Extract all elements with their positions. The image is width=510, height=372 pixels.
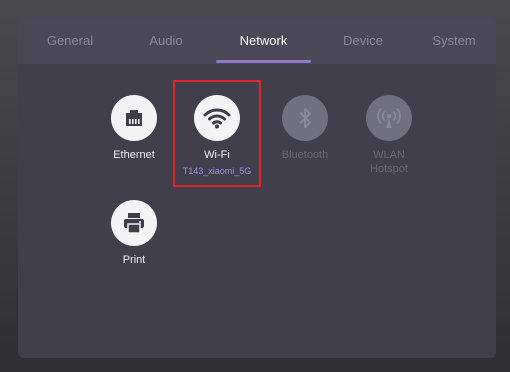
tab-general[interactable]: General xyxy=(26,18,114,64)
print-label: Print xyxy=(122,254,146,266)
settings-panel: General Audio Network Device System Ethe… xyxy=(18,18,496,358)
ethernet-icon xyxy=(111,95,157,141)
wifi-item[interactable]: Wi-Fi T143_xiaomi_5G xyxy=(173,95,261,177)
tab-device[interactable]: Device xyxy=(318,18,408,64)
tab-network[interactable]: Network xyxy=(216,18,311,64)
bluetooth-label: Bluetooth xyxy=(281,149,329,161)
ethernet-item[interactable]: Ethernet xyxy=(89,95,179,162)
printer-icon xyxy=(111,200,157,246)
wifi-icon xyxy=(194,95,240,141)
wlan-hotspot-item[interactable]: WLAN Hotspot xyxy=(344,95,434,176)
hotspot-label: Hotspot xyxy=(370,163,408,175)
ethernet-label: Ethernet xyxy=(113,149,155,161)
tab-audio[interactable]: Audio xyxy=(122,18,210,64)
wifi-label: Wi-Fi xyxy=(204,149,230,161)
print-item[interactable]: Print xyxy=(89,200,179,267)
tab-system[interactable]: System xyxy=(412,18,496,64)
tab-bar: General Audio Network Device System xyxy=(18,18,496,64)
hotspot-icon xyxy=(366,95,412,141)
wlan-label: WLAN xyxy=(373,149,405,161)
bluetooth-item[interactable]: Bluetooth xyxy=(260,95,350,162)
active-tab-indicator xyxy=(216,60,311,63)
bluetooth-icon xyxy=(282,95,328,141)
wifi-network-name: T143_xiaomi_5G xyxy=(182,166,252,176)
